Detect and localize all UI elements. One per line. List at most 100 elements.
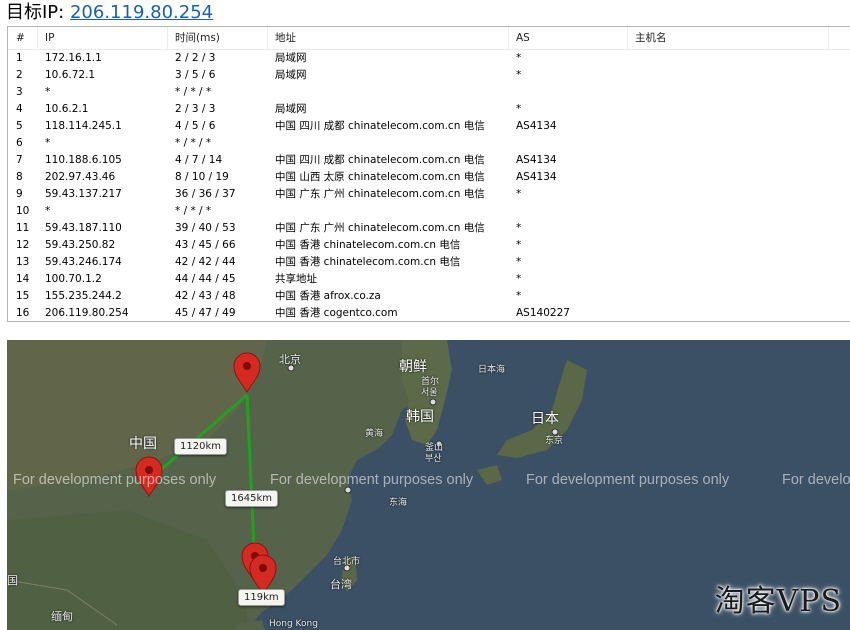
- hop-time: 4 / 5 / 6: [175, 120, 216, 132]
- map-label-east-sea: 东海: [389, 498, 408, 508]
- hop-ip: 59.43.250.82: [45, 239, 116, 251]
- hop-time: * / * / *: [175, 137, 212, 149]
- hop-address: 共享地址: [275, 273, 317, 285]
- traceroute-table: # IP 时间(ms) 地址 AS 主机名 1 172.16.1.1 2 / 2 /…: [7, 26, 850, 322]
- hop-ip: *: [45, 205, 51, 217]
- hop-time: * / * / *: [175, 86, 212, 98]
- hop-as: *: [516, 273, 522, 285]
- hop-ip: *: [45, 86, 51, 98]
- table-row[interactable]: 9 59.43.137.217 36 / 36 / 37 中国 广东 广州 china…: [8, 186, 850, 203]
- hop-time: 8 / 10 / 19: [175, 171, 229, 183]
- map-label-tokyo: 东京: [545, 436, 564, 446]
- hop-ip: 202.97.43.46: [45, 171, 116, 183]
- target-ip-link[interactable]: 206.119.80.254: [70, 2, 213, 23]
- table-row[interactable]: 4 10.6.2.1 2 / 3 / 3 局域网 *: [8, 101, 850, 118]
- column-header-ip[interactable]: IP: [38, 27, 168, 49]
- dev-watermark-1: For development purposes only: [13, 472, 217, 488]
- table-row[interactable]: 6 * * / * / *: [8, 135, 850, 152]
- hop-as: *: [516, 103, 522, 115]
- hop-time: 44 / 44 / 45: [175, 273, 236, 285]
- hop-address: 中国 山西 太原 chinatelecom.com.cn 电信: [275, 171, 485, 183]
- table-row[interactable]: 11 59.43.187.110 39 / 40 / 53 中国 广东 广州 chin…: [8, 220, 850, 237]
- hop-number: 11: [16, 222, 30, 234]
- hop-ip: 10.6.72.1: [45, 69, 96, 81]
- column-header-hostname[interactable]: 主机名: [628, 27, 829, 49]
- hop-as: AS4134: [516, 154, 557, 166]
- table-row[interactable]: 3 * * / * / *: [8, 84, 850, 101]
- hop-ip: 110.188.6.105: [45, 154, 122, 166]
- hop-time: 3 / 5 / 6: [175, 69, 216, 81]
- hop-number: 14: [16, 273, 30, 285]
- hop-number: 1: [16, 52, 23, 64]
- hop-time: 39 / 40 / 53: [175, 222, 236, 234]
- table-row[interactable]: 13 59.43.246.174 42 / 42 / 44 中国 香港 chinate…: [8, 254, 850, 271]
- table-row[interactable]: 12 59.43.250.82 43 / 45 / 66 中国 香港 chinatel…: [8, 237, 850, 254]
- hop-time: 2 / 2 / 3: [175, 52, 216, 64]
- hop-number: 2: [16, 69, 23, 81]
- map-label-taipei: 台北市: [333, 557, 361, 567]
- hop-ip: 59.43.187.110: [45, 222, 122, 234]
- table-row[interactable]: 10 * * / * / *: [8, 203, 850, 220]
- hop-number: 8: [16, 171, 23, 183]
- hop-as: *: [516, 52, 522, 64]
- hop-number: 13: [16, 256, 30, 268]
- hop-number: 6: [16, 137, 23, 149]
- hop-ip: 59.43.246.174: [45, 256, 122, 268]
- table-row[interactable]: 15 155.235.244.2 42 / 43 / 48 中国 香港 afrox.c…: [8, 288, 850, 305]
- hop-as: AS4134: [516, 171, 557, 183]
- table-row[interactable]: 7 110.188.6.105 4 / 7 / 14 中国 四川 成都 chinate…: [8, 152, 850, 169]
- map-label-north-korea: 朝鲜: [399, 359, 427, 375]
- hop-time: * / * / *: [175, 205, 212, 217]
- target-ip-header: 目标IP: 206.119.80.254: [6, 2, 213, 24]
- brand-watermark: 淘客VPS: [714, 584, 842, 619]
- hop-as: *: [516, 290, 522, 302]
- table-row[interactable]: 1 172.16.1.1 2 / 2 / 3 局域网 *: [8, 50, 850, 67]
- hop-time: 42 / 42 / 44: [175, 256, 236, 268]
- hop-time: 45 / 47 / 49: [175, 307, 236, 319]
- column-header-time[interactable]: 时间(ms): [168, 27, 268, 49]
- map-label-taiwan: 台湾: [330, 578, 352, 591]
- hop-time: 36 / 36 / 37: [175, 188, 236, 200]
- hop-number: 3: [16, 86, 23, 98]
- hop-time: 2 / 3 / 3: [175, 103, 216, 115]
- hop-as: *: [516, 239, 522, 251]
- hop-ip: 10.6.2.1: [45, 103, 89, 115]
- map-label-china: 中国: [129, 436, 157, 452]
- table-row[interactable]: 5 118.114.245.1 4 / 5 / 6 中国 四川 成都 chinatel…: [8, 118, 850, 135]
- column-header-num[interactable]: #: [8, 27, 38, 49]
- column-header-as[interactable]: AS: [509, 27, 628, 49]
- hop-ip: 59.43.137.217: [45, 188, 122, 200]
- hop-address: 中国 香港 afrox.co.za: [275, 290, 381, 302]
- hop-number: 10: [16, 205, 30, 217]
- hop-as: *: [516, 188, 522, 200]
- table-row[interactable]: 14 100.70.1.2 44 / 44 / 45 共享地址 *: [8, 271, 850, 288]
- hop-address: 局域网: [275, 69, 307, 81]
- table-row[interactable]: 2 10.6.72.1 3 / 5 / 6 局域网 *: [8, 67, 850, 84]
- distance-label-2: 1645km: [225, 490, 278, 507]
- target-ip-label: 目标IP:: [6, 2, 65, 23]
- hop-address: 中国 广东 广州 chinatelecom.com.cn 电信: [275, 222, 485, 234]
- hop-number: 5: [16, 120, 23, 132]
- table-row[interactable]: 16 206.119.80.254 45 / 47 / 49 中国 香港 cogent…: [8, 305, 850, 321]
- hop-number: 15: [16, 290, 30, 302]
- hop-time: 4 / 7 / 14: [175, 154, 223, 166]
- column-header-address[interactable]: 地址: [268, 27, 509, 49]
- hop-ip: 206.119.80.254: [45, 307, 129, 319]
- map-label-sea-of-japan: 日本海: [478, 365, 506, 375]
- map-label-yellow-sea: 黄海: [365, 429, 384, 439]
- table-body: 1 172.16.1.1 2 / 2 / 3 局域网 * 2 10.6.72.1 3 / 5 …: [8, 50, 850, 321]
- hop-address: 中国 香港 chinatelecom.com.cn 电信: [275, 256, 461, 268]
- hop-ip: 100.70.1.2: [45, 273, 102, 285]
- table-row[interactable]: 8 202.97.43.46 8 / 10 / 19 中国 山西 太原 chinate…: [8, 169, 850, 186]
- hop-address: 局域网: [275, 103, 307, 115]
- hop-time: 43 / 45 / 66: [175, 239, 236, 251]
- hop-address: 中国 四川 成都 chinatelecom.com.cn 电信: [275, 120, 485, 132]
- hop-address: 局域网: [275, 52, 307, 64]
- hop-as: *: [516, 69, 522, 81]
- hop-number: 9: [16, 188, 23, 200]
- distance-label-3: 119km: [238, 589, 285, 606]
- hop-address: 中国 广东 广州 chinatelecom.com.cn 电信: [275, 188, 485, 200]
- route-map[interactable]: 1120km 1645km 119km For development purp…: [7, 340, 850, 630]
- hop-as: *: [516, 222, 522, 234]
- hop-address: 中国 四川 成都 chinatelecom.com.cn 电信: [275, 154, 485, 166]
